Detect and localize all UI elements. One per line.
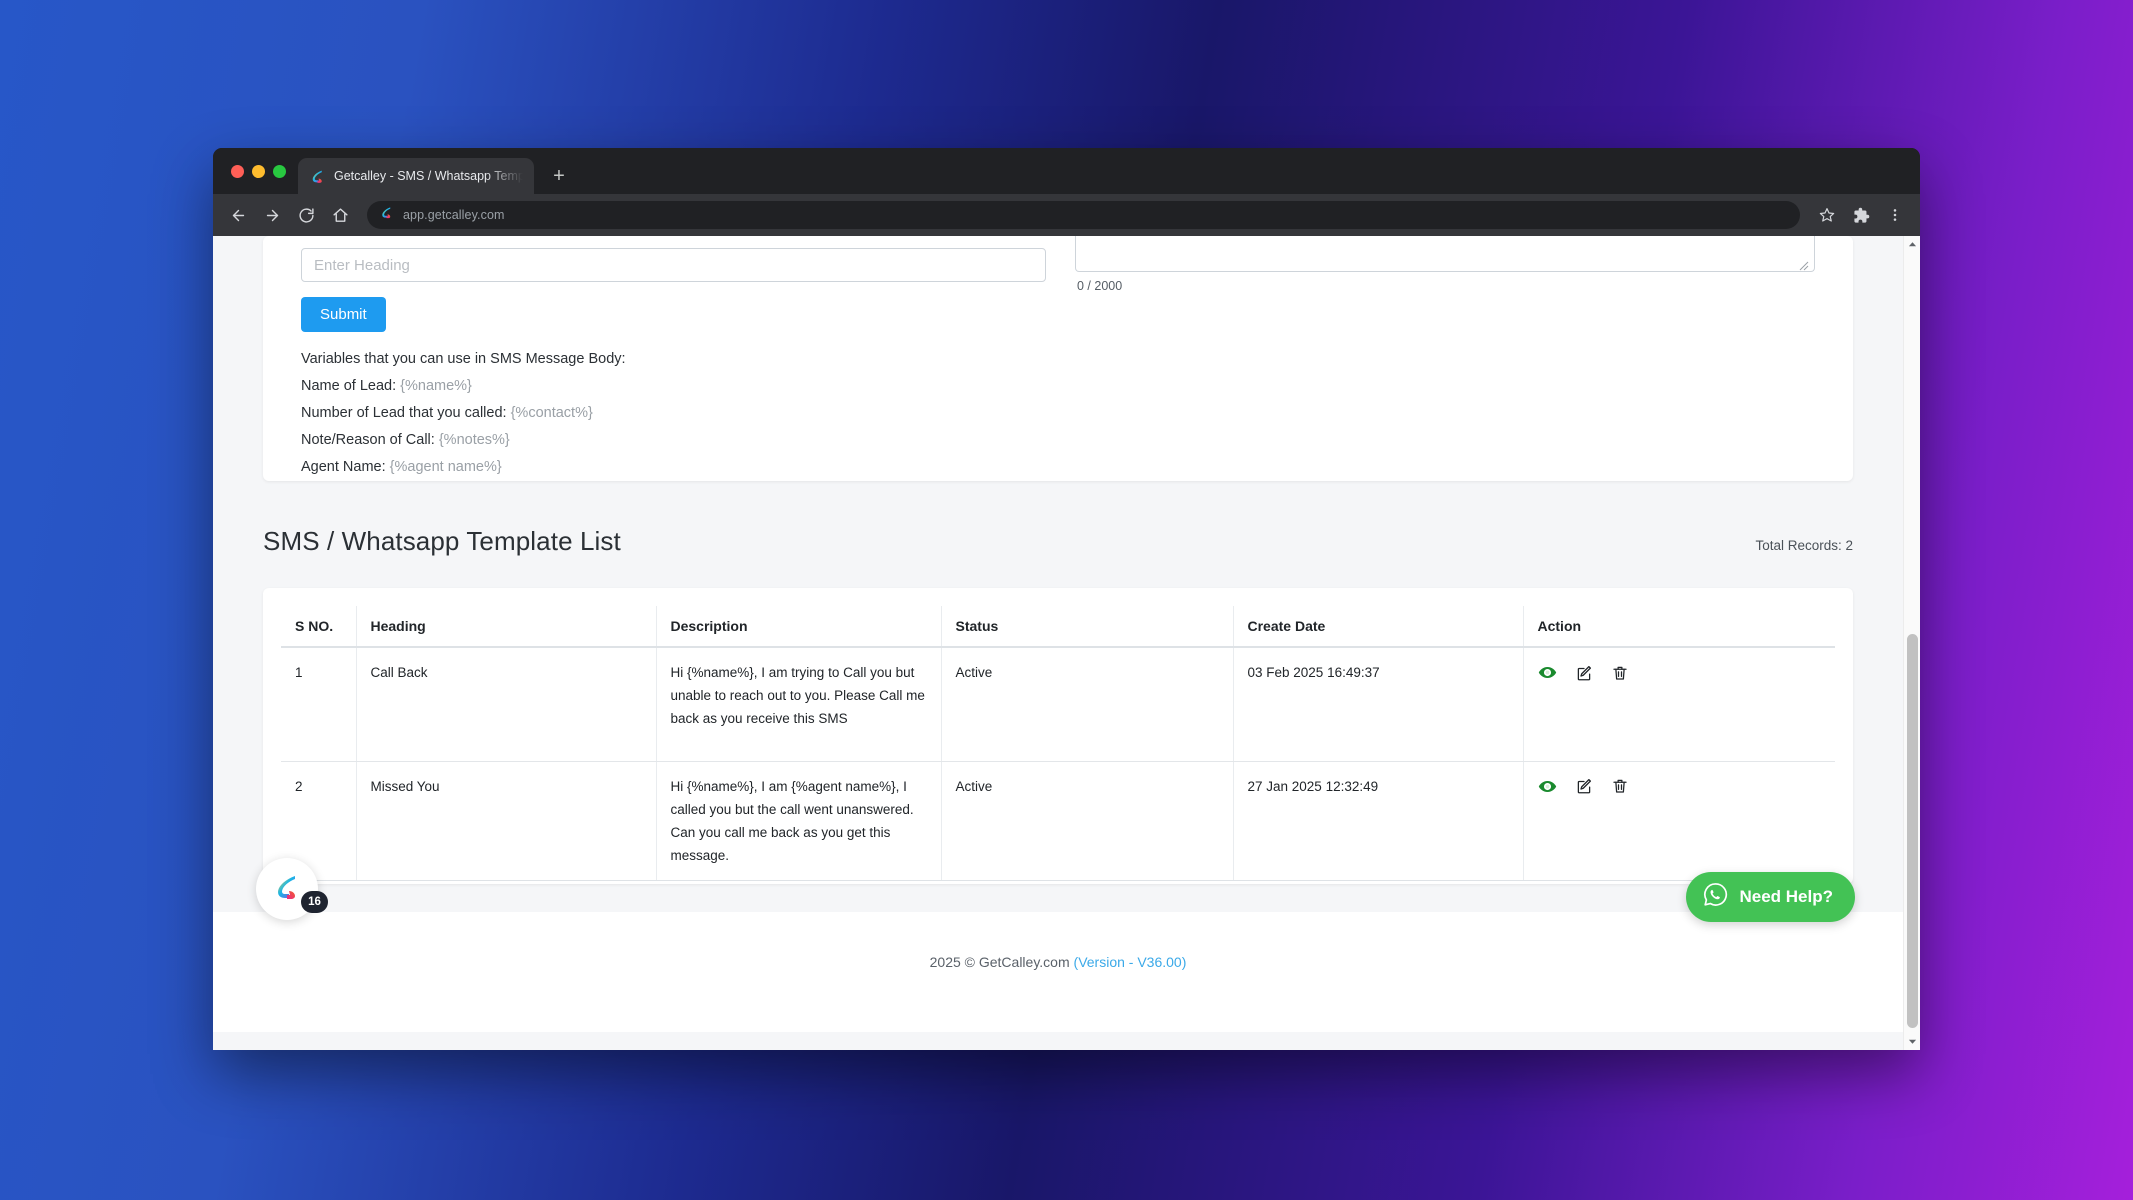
reload-icon[interactable]: [291, 200, 321, 230]
submit-button[interactable]: Submit: [301, 297, 386, 332]
page-content: 0 / 2000 Submit Variables that you can u…: [213, 236, 1903, 1050]
cell-create-date: 27 Jan 2025 12:32:49: [1233, 761, 1524, 881]
cell-create-date: 03 Feb 2025 16:49:37: [1233, 647, 1524, 762]
character-counter: 0 / 2000: [1077, 279, 1123, 293]
variable-token: {%name%}: [400, 378, 472, 394]
scrollbar-thumb[interactable]: [1907, 634, 1918, 1028]
table-header-row: S NO. Heading Description Status Create …: [281, 606, 1835, 648]
view-eye-icon[interactable]: [1538, 777, 1557, 796]
footer-copyright-text: 2025 © GetCalley.com: [929, 954, 1074, 970]
cell-description: Hi {%name%}, I am {%agent name%}, I call…: [656, 761, 942, 881]
back-arrow-icon[interactable]: [223, 200, 253, 230]
maximize-window-button[interactable]: [273, 164, 286, 178]
variable-label: Agent Name:: [301, 459, 386, 475]
page-scrollbar[interactable]: [1903, 236, 1920, 1050]
cell-actions: [1523, 647, 1835, 762]
address-bar[interactable]: app.getcalley.com: [367, 201, 1800, 229]
window-traffic-lights: [227, 148, 298, 194]
variable-label: Number of Lead that you called:: [301, 405, 507, 421]
column-header-description: Description: [656, 606, 942, 648]
cell-heading: Missed You: [356, 761, 657, 881]
home-icon[interactable]: [325, 200, 355, 230]
scroll-down-arrow-icon[interactable]: [1904, 1033, 1920, 1050]
variable-row: Note/Reason of Call: {%notes%}: [301, 427, 626, 454]
edit-icon[interactable]: [1575, 664, 1593, 682]
variable-token: {%contact%}: [510, 405, 593, 421]
column-header-heading: Heading: [356, 606, 657, 648]
footer-copyright: 2025 © GetCalley.com (Version - V36.00): [213, 954, 1903, 970]
message-body-textarea[interactable]: [1075, 236, 1815, 272]
column-header-sno: S NO.: [281, 606, 357, 648]
browser-tab-strip: Getcalley - SMS / Whatsapp Temp +: [213, 148, 1920, 194]
extensions-puzzle-icon[interactable]: [1846, 200, 1876, 230]
browser-tab-title: Getcalley - SMS / Whatsapp Temp: [334, 169, 523, 183]
page-title: SMS / Whatsapp Template List: [263, 526, 621, 556]
need-help-label: Need Help?: [1739, 887, 1833, 906]
chat-unread-badge: 16: [301, 891, 328, 913]
cell-heading: Call Back: [356, 647, 657, 762]
need-help-button[interactable]: Need Help?: [1686, 872, 1855, 922]
browser-menu-icon[interactable]: [1880, 200, 1910, 230]
whatsapp-icon: [1702, 881, 1729, 913]
bookmark-star-icon[interactable]: [1812, 200, 1842, 230]
variables-intro: Variables that you can use in SMS Messag…: [301, 351, 626, 367]
variable-row: Name of Lead: {%name%}: [301, 373, 626, 400]
delete-trash-icon[interactable]: [1611, 777, 1629, 795]
scroll-up-arrow-icon[interactable]: [1904, 236, 1920, 253]
variable-row: Number of Lead that you called: {%contac…: [301, 400, 626, 427]
column-header-action: Action: [1523, 606, 1835, 648]
variable-label: Name of Lead:: [301, 378, 397, 394]
edit-icon[interactable]: [1575, 777, 1593, 795]
cell-description: Hi {%name%}, I am trying to Call you but…: [656, 647, 942, 762]
variable-token: {%notes%}: [438, 432, 510, 448]
browser-toolbar: app.getcalley.com: [213, 194, 1920, 236]
table-body: 1 Call Back Hi {%name%}, I am trying to …: [281, 647, 1835, 881]
variable-row: Agent Name: {%agent name%}: [301, 454, 626, 481]
page-viewport: 0 / 2000 Submit Variables that you can u…: [213, 236, 1920, 1050]
cell-actions: [1523, 761, 1835, 881]
total-records-label: Total Records: 2: [1755, 538, 1853, 553]
template-form-card: 0 / 2000 Submit Variables that you can u…: [263, 236, 1853, 481]
page-footer: 2025 © GetCalley.com (Version - V36.00): [213, 912, 1903, 1032]
view-eye-icon[interactable]: [1538, 663, 1557, 682]
table-row[interactable]: 1 Call Back Hi {%name%}, I am trying to …: [281, 647, 1835, 762]
table-row[interactable]: 2 Missed You Hi {%name%}, I am {%agent n…: [281, 761, 1835, 881]
cell-status: Active: [941, 647, 1234, 762]
heading-input[interactable]: [301, 248, 1046, 282]
calley-logo-icon: [271, 871, 303, 908]
table-header: S NO. Heading Description Status Create …: [281, 606, 1835, 648]
column-header-create-date: Create Date: [1233, 606, 1524, 648]
browser-window: Getcalley - SMS / Whatsapp Temp + app.ge…: [213, 148, 1920, 1050]
footer-version-link[interactable]: (Version - V36.00): [1074, 954, 1187, 970]
close-window-button[interactable]: [231, 164, 244, 178]
browser-tab[interactable]: Getcalley - SMS / Whatsapp Temp: [298, 158, 534, 194]
delete-trash-icon[interactable]: [1611, 664, 1629, 682]
list-header: SMS / Whatsapp Template List Total Recor…: [213, 518, 1903, 578]
calley-logo-icon: [379, 205, 394, 225]
address-bar-url: app.getcalley.com: [403, 208, 505, 222]
cell-status: Active: [941, 761, 1234, 881]
template-table-card: S NO. Heading Description Status Create …: [263, 588, 1853, 884]
new-tab-button[interactable]: +: [544, 161, 574, 191]
minimize-window-button[interactable]: [252, 164, 265, 178]
cell-sno: 1: [281, 647, 357, 762]
variable-label: Note/Reason of Call:: [301, 432, 435, 448]
calley-logo-icon: [309, 168, 326, 185]
variables-help-block: Variables that you can use in SMS Messag…: [301, 346, 626, 481]
variable-token: {%agent name%}: [389, 459, 502, 475]
column-header-status: Status: [941, 606, 1234, 648]
forward-arrow-icon[interactable]: [257, 200, 287, 230]
template-table: S NO. Heading Description Status Create …: [281, 606, 1835, 881]
